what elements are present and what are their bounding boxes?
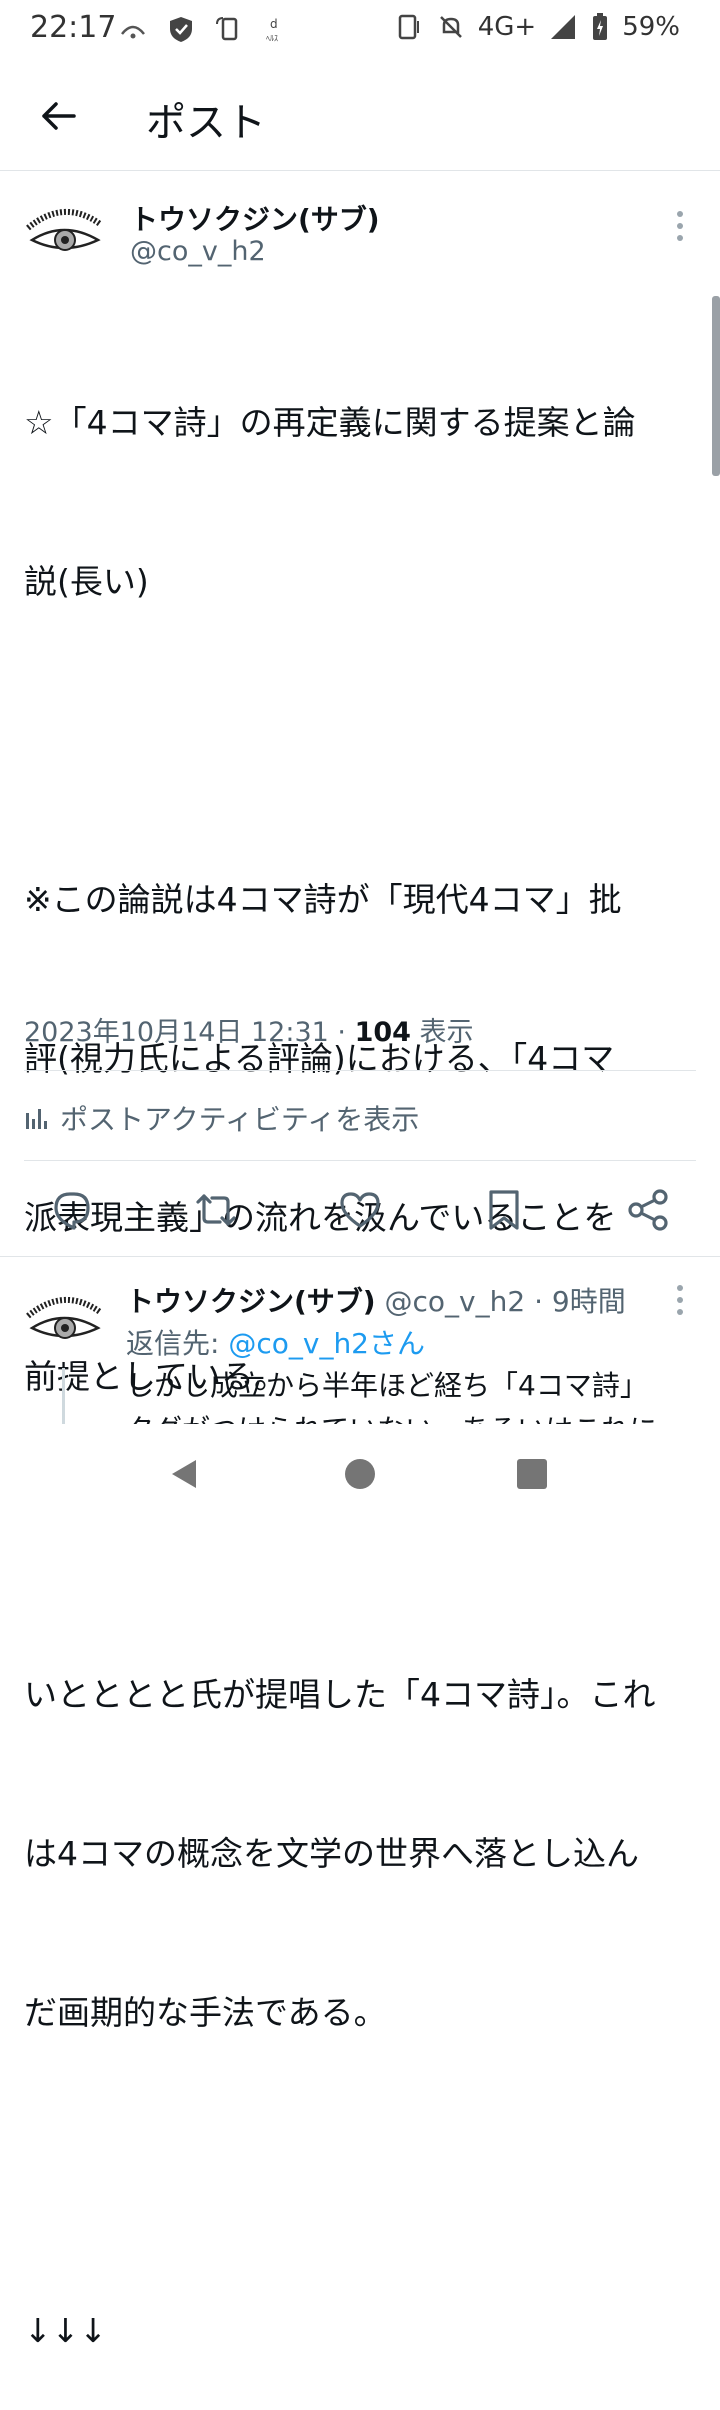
- reply-to-prefix: 返信先:: [126, 1327, 229, 1360]
- tweet-line: ☆「4コマ詩」の再定義に関する提案と論: [24, 403, 636, 442]
- tweet-line: [24, 714, 700, 767]
- tweet-datetime[interactable]: 2023年10月14日 12:31: [24, 1017, 329, 1048]
- divider: [24, 1070, 696, 1071]
- reply-to: 返信先: @co_v_h2さん: [126, 1322, 425, 1362]
- reply-author-handle[interactable]: @co_v_h2: [376, 1285, 526, 1318]
- vibrate-icon: [398, 14, 419, 40]
- activity-label: ポストアクティビティを表示: [60, 1103, 420, 1136]
- page-title: ポスト: [146, 100, 266, 146]
- post-activity-link[interactable]: ポストアクティビティを表示: [24, 1098, 419, 1138]
- reply-author-name[interactable]: トウソクジン(サブ): [126, 1285, 376, 1318]
- system-nav-bar: [0, 1424, 720, 1520]
- status-bar: 22:17 d ﾍﾙｽ 4G+ 59%: [0, 0, 720, 64]
- scrollbar[interactable]: [712, 296, 720, 476]
- reply-text: しかし成立から半年ほど経ち「4コマ詩」 タグがつけられていない、あるいはこれに: [126, 1364, 696, 1424]
- tweet-actions: [0, 1180, 720, 1240]
- reply-text-clip: しかし成立から半年ほど経ち「4コマ詩」 タグがつけられていない、あるいはこれに: [0, 1364, 720, 1424]
- network-type: 4G+: [477, 12, 537, 42]
- avatar[interactable]: [24, 194, 104, 274]
- reply-icon[interactable]: [50, 1188, 94, 1232]
- tweet-line: いとととと氏が提唱した「4コマ詩」。これ: [24, 1675, 656, 1714]
- views-label: 表示: [410, 1017, 474, 1048]
- nav-recents-icon[interactable]: [512, 1454, 552, 1494]
- meta-separator: ·: [328, 1017, 355, 1048]
- tweet-line: [24, 2145, 700, 2198]
- tweet-line: は4コマの概念を文学の世界へ落とし込ん: [24, 1834, 639, 1873]
- signal-icon: [551, 15, 576, 39]
- bar-chart-icon: [26, 1109, 47, 1129]
- rotate-phone-icon: [216, 17, 238, 41]
- app-header: ポスト: [0, 64, 720, 171]
- eye-drawing-icon: [26, 1297, 102, 1339]
- reply-time: · 9時間: [525, 1285, 626, 1318]
- heart-icon[interactable]: [338, 1188, 382, 1232]
- reply-text-line: タグがつけられていない、あるいはこれに: [126, 1408, 696, 1424]
- share-icon[interactable]: [626, 1188, 670, 1232]
- battery-charging-icon: [593, 13, 608, 40]
- tweet-line: 説(長い): [24, 562, 149, 601]
- tweet-line: だ画期的な手法である。: [24, 1993, 387, 2032]
- arrow-left-icon[interactable]: [34, 92, 82, 140]
- divider: [0, 1256, 720, 1257]
- battery-level: 59%: [622, 12, 680, 42]
- reply-to-handle[interactable]: @co_v_h2さん: [228, 1327, 425, 1360]
- tweet-line: ↓↓↓: [24, 2311, 107, 2350]
- author-name[interactable]: トウソクジン(サブ): [130, 198, 380, 238]
- tweet-line: ※この論説は4コマ詩が「現代4コマ」批: [24, 880, 622, 919]
- nav-back-icon[interactable]: [164, 1454, 204, 1494]
- mute-bell-icon: [439, 16, 462, 38]
- nav-home-icon[interactable]: [340, 1454, 380, 1494]
- retweet-icon[interactable]: [194, 1188, 238, 1232]
- reply-text-line: しかし成立から半年ほど経ち「4コマ詩」: [126, 1369, 648, 1402]
- health-app-icon: d ﾍﾙｽ: [266, 17, 278, 43]
- eye-drawing-icon: [26, 209, 102, 251]
- svg-text:ﾍﾙｽ: ﾍﾙｽ: [266, 34, 278, 43]
- status-right: 4G+ 59%: [394, 12, 680, 42]
- views-count: 104: [354, 1017, 411, 1048]
- status-left-icons: d ﾍﾙｽ: [118, 14, 292, 44]
- more-vertical-icon[interactable]: [668, 1280, 692, 1320]
- shield-icon: [170, 17, 192, 42]
- divider: [24, 1160, 696, 1161]
- reply-avatar[interactable]: [24, 1282, 104, 1362]
- svg-text:d: d: [270, 17, 278, 31]
- tweet-meta: 2023年10月14日 12:31 · 104 表示: [24, 1010, 474, 1049]
- reply-header: トウソクジン(サブ) @co_v_h2 · 9時間: [126, 1280, 626, 1320]
- bookmark-icon[interactable]: [482, 1188, 526, 1232]
- author-handle[interactable]: @co_v_h2: [130, 236, 266, 267]
- status-time: 22:17: [30, 10, 117, 45]
- more-vertical-icon[interactable]: [668, 206, 692, 246]
- wifi-calling-icon: [121, 25, 145, 39]
